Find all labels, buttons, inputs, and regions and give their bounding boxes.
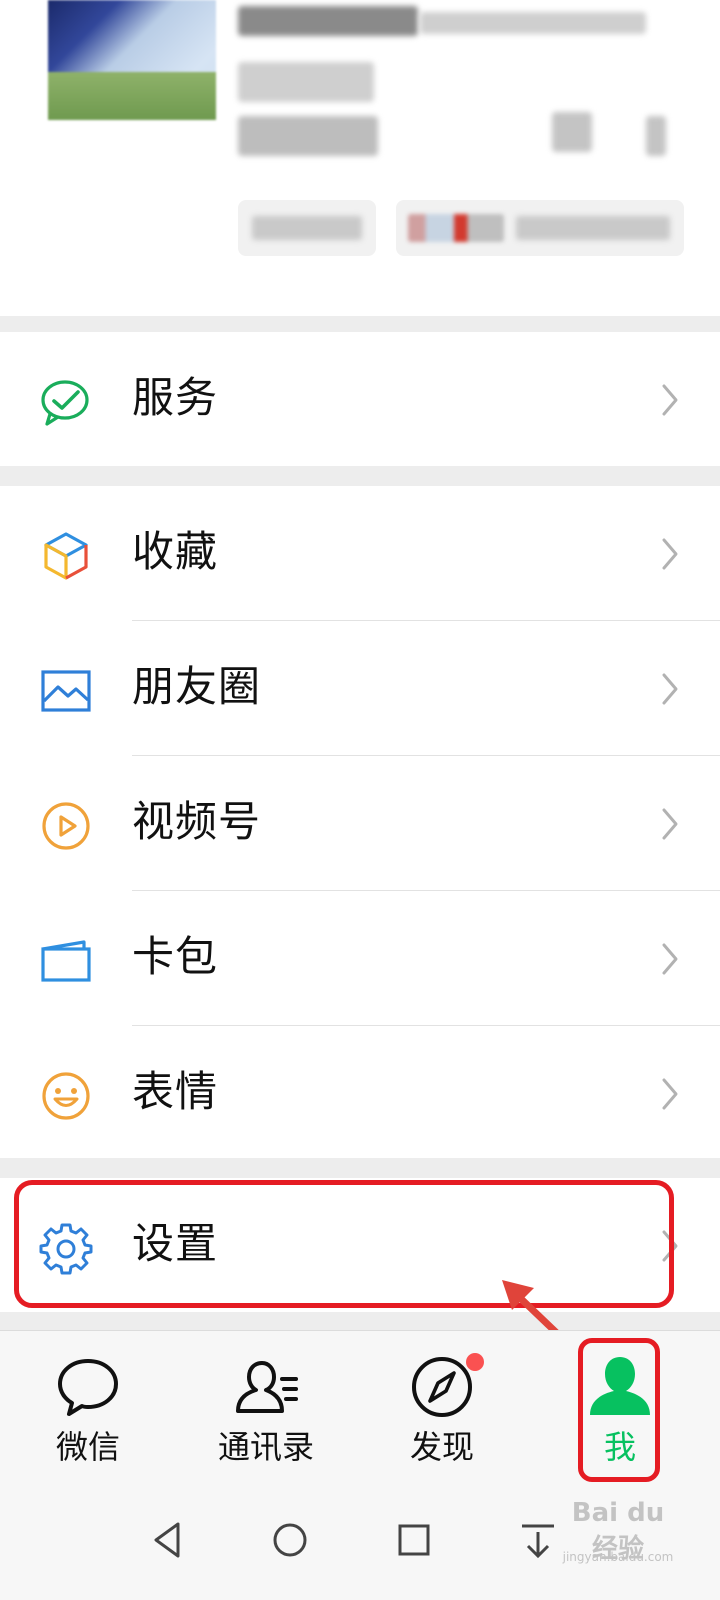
chat-bubble-icon [58,1359,118,1416]
annotation-highlight-me-tab [578,1338,660,1482]
home-icon[interactable] [266,1516,314,1564]
tab-label-contacts: 通讯录 [217,1428,314,1466]
watermark-url: jingyan.baidu.com [562,1550,674,1564]
tab-label-chats: 微信 [55,1428,120,1466]
tab-discover[interactable]: 发现 [372,1349,512,1479]
menu-label-favorites: 收藏 [132,527,219,576]
chevron-right-icon [662,808,678,840]
friends-status-pill[interactable] [396,200,684,256]
nickname-extra-blurred [420,12,646,34]
contacts-icon [236,1361,298,1413]
nickname-blurred [238,6,418,36]
menu-item-moments[interactable]: 朋友圈 [0,621,720,755]
chevron-right-icon [662,1078,678,1110]
avatar[interactable] [48,0,216,120]
menu-label-services: 服务 [132,373,219,422]
recents-icon[interactable] [390,1516,438,1564]
features-group: 收藏 朋友圈 视频号 卡包 表情 [0,486,720,1158]
menu-item-favorites[interactable]: 收藏 [0,486,720,620]
menu-label-card-wallet: 卡包 [132,932,219,981]
baidu-watermark: Bai du 经验 jingyan.baidu.com [558,1498,678,1588]
menu-label-stickers: 表情 [132,1067,219,1116]
chevron-right-icon [662,384,678,416]
menu-label-moments: 朋友圈 [132,662,262,711]
menu-item-services[interactable]: 服务 [0,332,720,466]
status-pill[interactable] [238,200,376,256]
tab-chats[interactable]: 微信 [18,1349,158,1479]
profile-chevron-blurred[interactable] [646,116,666,156]
back-icon[interactable] [144,1516,192,1564]
download-icon[interactable] [514,1516,562,1564]
sticker-smile-icon [42,1072,90,1120]
wechat-id-value-blurred [238,116,378,156]
chevron-right-icon [662,943,678,975]
discover-badge-dot [466,1353,484,1371]
menu-label-channels: 视频号 [132,797,262,846]
menu-item-stickers[interactable]: 表情 [0,1026,720,1160]
moments-picture-icon [41,670,91,712]
services-group: 服务 [0,332,720,466]
wechat-id-label-blurred [238,62,374,102]
services-check-icon [41,380,89,426]
chevron-right-icon [662,673,678,705]
chevron-right-icon [662,538,678,570]
card-wallet-icon [41,940,91,982]
qr-code-blurred[interactable] [552,112,592,152]
favorites-cube-icon [44,532,88,580]
menu-item-channels[interactable]: 视频号 [0,756,720,890]
menu-item-card-wallet[interactable]: 卡包 [0,891,720,1025]
channels-play-icon [42,802,90,850]
tab-label-discover: 发现 [409,1428,474,1466]
profile-header[interactable] [0,0,720,316]
tab-contacts[interactable]: 通讯录 [196,1349,336,1479]
